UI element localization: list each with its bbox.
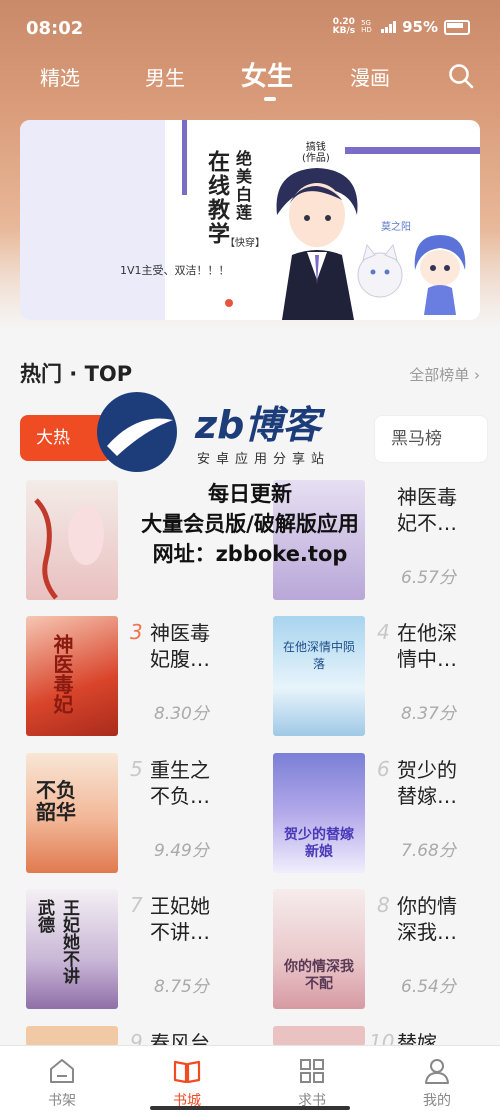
book-title: 你的情深我… [397, 894, 457, 944]
battery-level: 95% [402, 18, 438, 36]
book-cover: 贺少的替嫁新娘 [273, 753, 365, 873]
book-rank: 4 [377, 620, 390, 644]
book-item[interactable]: 不负韶华 5 重生之不负… 9.49分 [26, 753, 256, 875]
book-item[interactable]: 10 替嫁 [273, 1026, 500, 1055]
book-title: 王妃她不讲… [150, 894, 210, 944]
home-indicator[interactable] [150, 1106, 350, 1110]
banner-author: 莫之阳 [381, 222, 411, 233]
book-item[interactable]: 王妃她不讲武德 7 王妃她不讲… 8.75分 [26, 889, 256, 1011]
book-item[interactable]: 9 春风台 [26, 1026, 256, 1055]
status-indicators: 0.20 KB/s 5G HD 95% [333, 18, 470, 36]
book-title: 神医毒妃不… [397, 485, 457, 535]
cat-illustration [357, 243, 403, 298]
book-cover: 王妃她不讲武德 [26, 889, 118, 1009]
search-icon[interactable] [448, 63, 474, 89]
book-title: 重生之不负… [150, 758, 210, 808]
status-bar: 08:02 0.20 KB/s 5G HD 95% [0, 0, 500, 60]
banner-left-panel [20, 120, 165, 320]
book-rank: 5 [130, 757, 143, 781]
watermark-title: zb博客 [195, 403, 321, 447]
book-score: 8.30分 [154, 704, 209, 724]
watermark-line: 网址：zbboke.top [152, 542, 348, 566]
nav-profile[interactable]: 我的 [397, 1056, 477, 1110]
book-rank: 6 [377, 757, 390, 781]
network-type: 5G HD [361, 19, 372, 34]
net-speed: 0.20 KB/s [332, 17, 356, 36]
watermark-overlay: zb博客 安卓应用分享站 每日更新 大量会员版/破解版应用 网址：zbboke.… [95, 390, 405, 570]
battery-icon [444, 19, 470, 35]
watermark-line: 每日更新 [208, 482, 292, 506]
book-title: 在他深情中… [397, 621, 457, 671]
active-tab-indicator [264, 97, 276, 101]
bookshelf-icon [50, 1059, 74, 1083]
nav-bookshelf[interactable]: 书架 [22, 1056, 102, 1110]
nav-bookstore[interactable]: 书城 [147, 1056, 227, 1110]
book-item[interactable]: 你的情深我不配 8 你的情深我… 6.54分 [273, 889, 500, 1011]
banner-accent-bar [182, 120, 187, 195]
book-cover: 你的情深我不配 [273, 889, 365, 1009]
banner-tag: 【快穿】 [225, 238, 265, 249]
book-title: 神医毒妃腹… [150, 621, 210, 671]
category-tabs: 精选 男生 女生 漫画 [0, 56, 500, 106]
hot-top-header: 热门 · TOP 全部榜单 › [20, 358, 480, 388]
watermark-subtitle: 安卓应用分享站 [197, 452, 331, 467]
book-item[interactable]: 贺少的替嫁新娘 6 贺少的替嫁… 7.68分 [273, 753, 500, 875]
book-cover [273, 1026, 365, 1046]
section-title: 热门 · TOP [20, 362, 133, 386]
book-score: 9.49分 [154, 841, 209, 861]
watermark-line: 大量会员版/破解版应用 [141, 512, 359, 536]
book-item[interactable]: 在他深情中陨落 4 在他深情中… 8.37分 [273, 616, 500, 738]
book-title: 贺少的替嫁… [397, 758, 457, 808]
book-cover: 在他深情中陨落 [273, 616, 365, 736]
book-score: 8.37分 [401, 704, 456, 724]
grid-icon [300, 1059, 324, 1083]
carousel-indicator[interactable] [225, 299, 233, 307]
banner-title-secondary: 绝美白莲 [233, 150, 252, 222]
promo-banner[interactable]: 在线教学 绝美白莲 【快穿】 1V1主受、双洁！！！ 搞钱 (作品) 莫之阳 [20, 120, 480, 320]
banner-slogan: 1V1主受、双洁！！！ [120, 264, 230, 277]
chibi-illustration [414, 235, 466, 315]
book-cover: 神医毒妃 [26, 616, 118, 736]
tab-male[interactable]: 男生 [145, 62, 185, 91]
book-rank: 7 [130, 893, 143, 917]
tab-comics[interactable]: 漫画 [350, 62, 390, 91]
watermark-logo-icon [97, 392, 177, 472]
user-icon [425, 1059, 449, 1084]
tab-female[interactable]: 女生 [241, 56, 293, 93]
book-cover [26, 1026, 118, 1046]
book-rank: 3 [130, 620, 143, 644]
status-time: 08:02 [26, 18, 84, 39]
nav-request-book[interactable]: 求书 [272, 1056, 352, 1110]
book-score: 8.75分 [154, 977, 209, 997]
banner-accent-bar [345, 147, 480, 154]
all-rankings-link[interactable]: 全部榜单 › [409, 364, 480, 385]
banner-title-main: 在线教学 [204, 150, 229, 246]
book-score: 7.68分 [401, 841, 456, 861]
open-book-icon [173, 1060, 201, 1084]
book-rank: 8 [377, 893, 390, 917]
book-item[interactable]: 神医毒妃 3 神医毒妃腹… 8.30分 [26, 616, 256, 738]
signal-icon [381, 21, 397, 33]
book-score: 6.57分 [401, 568, 456, 588]
book-cover: 不负韶华 [26, 753, 118, 873]
tab-featured[interactable]: 精选 [40, 62, 80, 91]
book-score: 6.54分 [401, 977, 456, 997]
